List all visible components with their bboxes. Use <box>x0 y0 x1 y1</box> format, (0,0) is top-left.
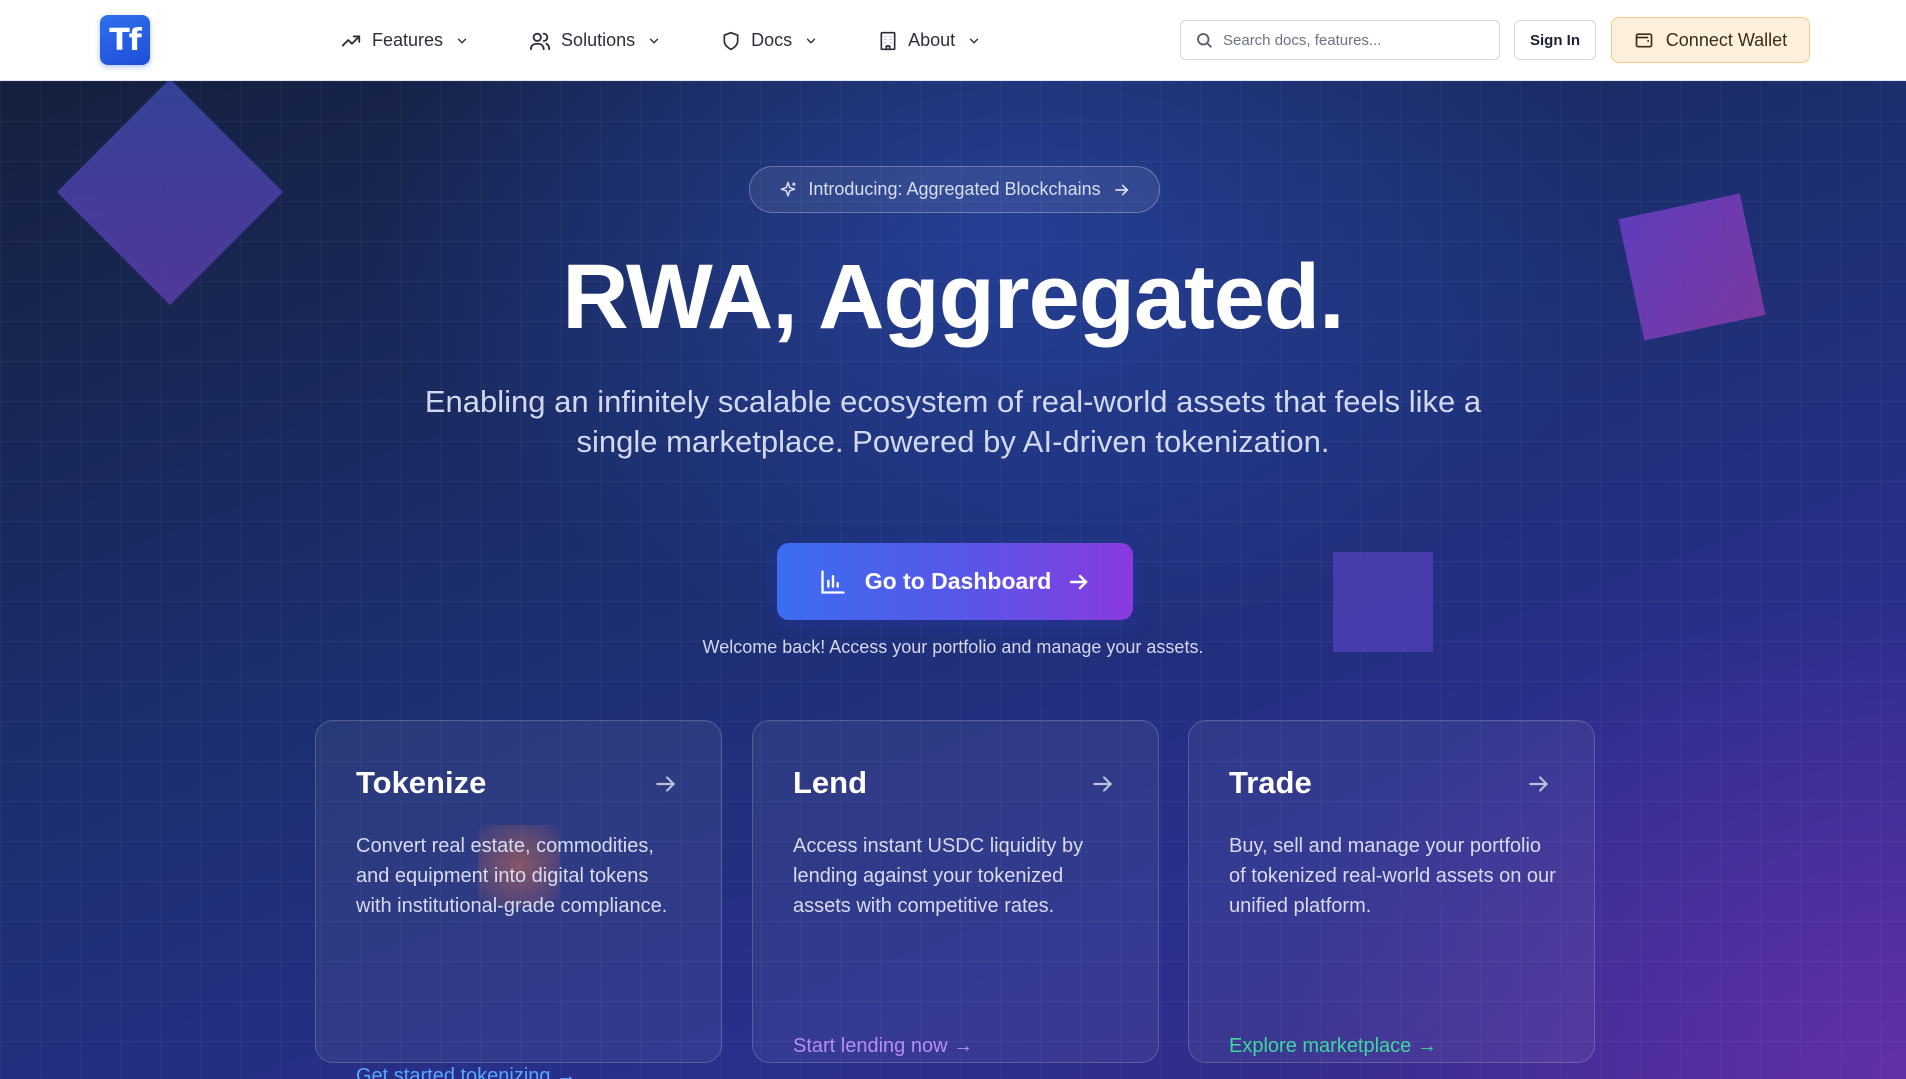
arrow-right-icon <box>1070 574 1088 589</box>
tokenize-card[interactable]: Tokenize Convert real estate, commoditie… <box>315 720 722 1079</box>
nav-solutions[interactable]: Solutions <box>529 30 661 52</box>
users-icon <box>529 32 551 50</box>
building-icon <box>880 31 896 50</box>
search-input[interactable] <box>1223 31 1483 49</box>
sign-in-button[interactable]: Sign In <box>1514 20 1596 60</box>
nav-docs-label: Docs <box>751 30 793 50</box>
arrow-right-icon[interactable] <box>1526 771 1552 797</box>
hero-subtitle: Enabling an infinitely scalable ecosyste… <box>424 384 1482 459</box>
trade-card[interactable]: Trade Buy, sell and manage your portfoli… <box>1188 720 1595 1063</box>
explore-marketplace-link[interactable]: Explore marketplace → <box>1229 1035 1437 1058</box>
arrow-right-icon[interactable] <box>1090 771 1116 797</box>
nav-solutions-label: Solutions <box>561 30 636 50</box>
search-icon <box>1197 33 1212 48</box>
nav-features[interactable]: Features <box>340 30 469 52</box>
card-description: Convert real estate, commodities, and eq… <box>356 835 668 917</box>
sparkles-icon <box>780 181 796 197</box>
card-title: Lend <box>793 765 868 800</box>
start-lending-link[interactable]: Start lending now → <box>793 1035 973 1058</box>
nav-docs[interactable]: Docs <box>721 30 818 52</box>
connect-wallet-label: Connect Wallet <box>1665 29 1788 50</box>
card-title: Trade <box>1229 765 1312 800</box>
card-description: Buy, sell and manage your portfolio of t… <box>1229 835 1556 917</box>
announcement-label: Introducing: Aggregated Blockchains <box>808 179 1101 199</box>
nav-features-label: Features <box>372 30 444 50</box>
hero-section: Introducing: Aggregated Blockchains RWA,… <box>0 81 1906 1079</box>
trending-up-icon <box>341 35 361 46</box>
announcement-pill[interactable]: Introducing: Aggregated Blockchains <box>749 166 1160 213</box>
go-to-dashboard-label: Go to Dashboard <box>864 568 1052 594</box>
go-to-dashboard-button[interactable]: Go to Dashboard <box>777 543 1133 620</box>
welcome-message: Welcome back! Access your portfolio and … <box>702 637 1204 657</box>
nav-about-label: About <box>908 30 956 50</box>
lend-card[interactable]: Lend Access instant USDC liquidity by le… <box>752 720 1159 1063</box>
get-started-tokenizing-link[interactable]: Get started tokenizing → <box>356 1065 576 1079</box>
search-box[interactable] <box>1180 20 1500 60</box>
arrow-right-icon[interactable] <box>653 771 679 797</box>
wallet-icon <box>1635 33 1653 48</box>
connect-wallet-button[interactable]: Connect Wallet <box>1611 17 1810 63</box>
hero-title: RWA, Aggregated. <box>562 246 1344 348</box>
chevron-down-icon <box>457 38 467 44</box>
card-description: Access instant USDC liquidity by lending… <box>793 835 1084 917</box>
arrow-right-icon <box>1114 184 1129 195</box>
bar-chart-icon <box>821 569 845 594</box>
logo[interactable]: Tf <box>100 15 150 65</box>
shield-icon <box>723 31 739 50</box>
card-title: Tokenize <box>356 765 487 800</box>
main-nav: Features Solutions Docs About <box>340 0 1041 81</box>
top-navbar: Tf Features Solutions Docs About Sign In… <box>0 0 1906 81</box>
chevron-down-icon <box>806 38 816 44</box>
nav-about[interactable]: About <box>878 30 981 52</box>
chevron-down-icon <box>969 38 979 44</box>
chevron-down-icon <box>649 38 659 44</box>
